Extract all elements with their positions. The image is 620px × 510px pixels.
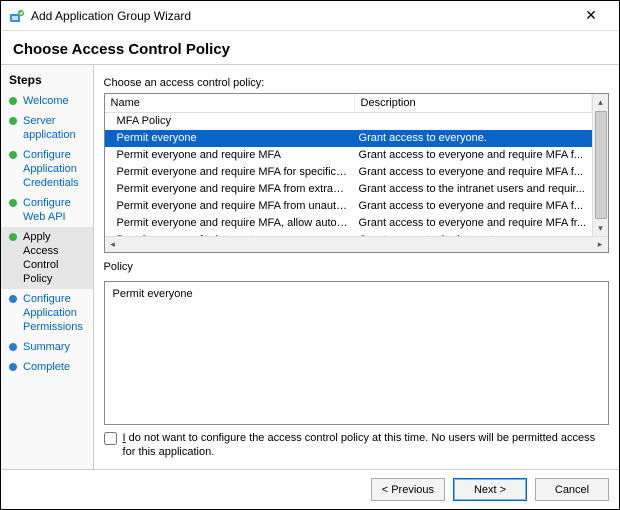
opt-out-label: I do not want to configure the access co… (123, 431, 609, 459)
policy-row[interactable]: Permit everyone and require MFA for spec… (105, 164, 592, 181)
step-bullet-icon (9, 343, 17, 351)
step-bullet-icon (9, 363, 17, 371)
policy-row[interactable]: Permit everyone and require MFA, allow a… (105, 215, 592, 232)
scroll-down-icon[interactable]: ▾ (593, 220, 608, 236)
step-bullet-icon (9, 199, 17, 207)
step-item[interactable]: Server application (1, 111, 93, 145)
policy-description-cell: Grant access to everyone and require MFA… (355, 164, 592, 181)
button-row: < Previous Next > Cancel (1, 469, 619, 509)
step-bullet-icon (9, 151, 17, 159)
opt-out-row[interactable]: I do not want to configure the access co… (104, 431, 609, 459)
choose-policy-label: Choose an access control policy: (104, 77, 609, 89)
policy-name-cell: MFA Policy (105, 113, 355, 130)
step-item[interactable]: Configure Application Permissions (1, 289, 93, 337)
vertical-scrollbar[interactable]: ▴ ▾ (592, 94, 608, 236)
step-bullet-icon (9, 117, 17, 125)
page-header: Choose Access Control Policy (1, 31, 619, 64)
step-item[interactable]: Welcome (1, 91, 93, 111)
step-bullet-icon (9, 295, 17, 303)
policy-preview-text: Permit everyone (113, 288, 193, 300)
step-bullet-icon (9, 233, 17, 241)
policy-description-cell (355, 113, 592, 130)
step-bullet-icon (9, 97, 17, 105)
page-title: Choose Access Control Policy (13, 41, 607, 58)
previous-button[interactable]: < Previous (371, 478, 445, 501)
policy-description-cell: Grant access to everyone and require MFA… (355, 198, 592, 215)
policy-preview: Permit everyone (104, 281, 609, 425)
policy-description-cell: Grant access to everyone and require MFA… (355, 215, 592, 232)
policy-row[interactable]: Permit everyone and require MFA from una… (105, 198, 592, 215)
column-name[interactable]: Name (105, 94, 355, 112)
policy-name-cell: Permit everyone and require MFA, allow a… (105, 215, 355, 232)
scroll-right-icon[interactable]: ▸ (592, 237, 608, 252)
scroll-left-icon[interactable]: ◂ (105, 237, 121, 252)
policy-row[interactable]: Permit everyone and require MFA from ext… (105, 181, 592, 198)
wizard-window: Add Application Group Wizard ✕ Choose Ac… (0, 0, 620, 510)
step-label: Configure Application Credentials (23, 148, 87, 190)
titlebar: Add Application Group Wizard ✕ (1, 1, 619, 31)
scroll-thumb[interactable] (595, 111, 607, 219)
policy-listview[interactable]: Name Description MFA PolicyPermit everyo… (104, 93, 609, 253)
policy-name-cell: Permit everyone and require MFA (105, 147, 355, 164)
step-label: Configure Application Permissions (23, 292, 87, 334)
policy-label: Policy (104, 261, 609, 273)
column-description[interactable]: Description (355, 94, 592, 112)
step-label: Configure Web API (23, 196, 87, 224)
step-label: Apply Access Control Policy (23, 230, 87, 286)
step-item[interactable]: Configure Application Credentials (1, 145, 93, 193)
step-label: Server application (23, 114, 87, 142)
opt-out-checkbox[interactable] (104, 432, 117, 445)
app-icon (9, 8, 25, 24)
window-title: Add Application Group Wizard (31, 9, 571, 23)
horizontal-scrollbar[interactable]: ◂ ▸ (105, 236, 608, 252)
policy-row[interactable]: Permit everyone and require MFAGrant acc… (105, 147, 592, 164)
cancel-button[interactable]: Cancel (535, 478, 609, 501)
step-label: Complete (23, 360, 70, 374)
main-pane: Choose an access control policy: Name De… (94, 65, 619, 469)
step-item[interactable]: Configure Web API (1, 193, 93, 227)
policy-description-cell: Grant access to everyone. (355, 130, 592, 147)
policy-row[interactable]: MFA Policy (105, 113, 592, 130)
steps-heading: Steps (1, 69, 93, 91)
next-button[interactable]: Next > (453, 478, 527, 501)
steps-pane: Steps Welcome Server application Configure… (1, 65, 94, 469)
policy-name-cell: Permit everyone (105, 130, 355, 147)
policy-description-cell: Grant access to the intranet users and r… (355, 181, 592, 198)
policy-description-cell: Grant access to everyone and require MFA… (355, 147, 592, 164)
listview-header: Name Description (105, 94, 592, 113)
step-item[interactable]: Complete (1, 357, 93, 377)
step-item[interactable]: Apply Access Control Policy (1, 227, 93, 289)
step-item[interactable]: Summary (1, 337, 93, 357)
step-label: Welcome (23, 94, 69, 108)
wizard-body: Steps Welcome Server application Configure… (1, 64, 619, 469)
policy-name-cell: Permit everyone and require MFA from una… (105, 198, 355, 215)
policy-row[interactable]: Permit everyoneGrant access to everyone. (105, 130, 592, 147)
policy-name-cell: Permit everyone and require MFA for spec… (105, 164, 355, 181)
step-label: Summary (23, 340, 70, 354)
close-button[interactable]: ✕ (571, 7, 611, 24)
scroll-up-icon[interactable]: ▴ (593, 94, 608, 110)
policy-name-cell: Permit everyone and require MFA from ext… (105, 181, 355, 198)
